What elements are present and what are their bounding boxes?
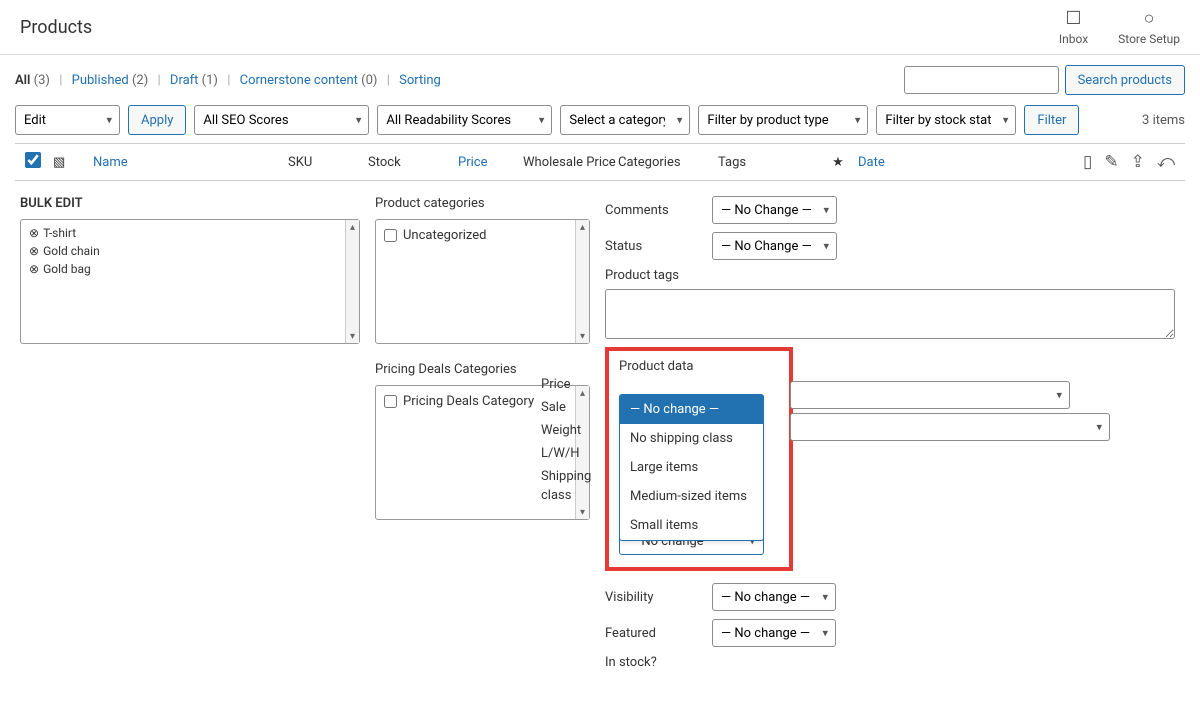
scroll-down[interactable]: ▾ — [346, 329, 359, 343]
column-categories: Categories — [618, 155, 718, 170]
price-label: Price — [541, 377, 601, 392]
status-cornerstone-count: (0) — [361, 73, 377, 88]
search-products-button[interactable]: Search products — [1065, 65, 1185, 95]
column-stock: Stock — [368, 155, 458, 170]
remove-icon[interactable]: ⊗ — [29, 244, 39, 258]
bulk-action-select[interactable]: Edit — [15, 105, 120, 135]
lwh-label: L/W/H — [541, 446, 601, 461]
dropdown-option[interactable]: — No change — — [620, 395, 763, 424]
sale-label: Sale — [541, 400, 601, 415]
product-data-label: Product data — [619, 359, 779, 374]
product-categories-label: Product categories — [375, 196, 590, 211]
export-icon[interactable]: ⇪ — [1131, 152, 1145, 172]
shipping-class-callout: Product data — No change — No shipping c… — [605, 347, 793, 571]
store-setup-button[interactable]: ○ Store Setup — [1118, 8, 1180, 46]
pen-icon[interactable]: ✎ — [1104, 152, 1118, 172]
list-item[interactable]: ⊗T-shirt — [25, 224, 341, 242]
dropdown-option[interactable]: Medium-sized items — [620, 482, 763, 511]
remove-icon[interactable]: ⊗ — [29, 226, 39, 240]
column-image-icon: ▧ — [53, 155, 93, 170]
stock-status-select[interactable]: Filter by stock status — [876, 105, 1016, 135]
product-categories-listbox: Uncategorized ▴ ▾ — [375, 219, 590, 344]
dropdown-option[interactable]: Large items — [620, 453, 763, 482]
bulk-edit-title: BULK EDIT — [20, 196, 360, 211]
comments-label: Comments — [605, 203, 700, 218]
column-sku[interactable]: SKU — [288, 155, 368, 170]
inbox-label: Inbox — [1059, 32, 1088, 46]
mobile-icon[interactable]: ▯ — [1083, 152, 1092, 172]
status-published-count: (2) — [132, 73, 148, 88]
status-label: Status — [605, 239, 700, 254]
column-tags: Tags — [718, 155, 818, 170]
comments-select[interactable]: — No Change — — [712, 196, 837, 224]
list-item[interactable]: ⊗Gold bag — [25, 260, 341, 278]
filter-button[interactable]: Filter — [1024, 105, 1079, 135]
dropdown-option[interactable]: Small items — [620, 511, 763, 540]
column-name[interactable]: Name — [93, 155, 288, 170]
scroll-down[interactable]: ▾ — [576, 329, 589, 343]
status-draft[interactable]: Draft — [170, 73, 199, 88]
status-all[interactable]: All — [15, 73, 30, 88]
column-price[interactable]: Price — [458, 155, 523, 170]
list-item[interactable]: ⊗Gold chain — [25, 242, 341, 260]
visibility-label: Visibility — [605, 590, 700, 605]
column-wholesale: Wholesale Price — [523, 155, 618, 170]
class-label: class — [541, 488, 601, 503]
uncategorized-checkbox[interactable] — [384, 229, 397, 242]
scroll-up[interactable]: ▴ — [346, 220, 359, 234]
pricing-deals-checkbox[interactable] — [384, 395, 397, 408]
featured-label: Featured — [605, 626, 700, 641]
readability-select[interactable]: All Readability Scores — [377, 105, 552, 135]
import-icon[interactable]: ⤺ — [1157, 152, 1175, 172]
circle-icon: ○ — [1144, 8, 1155, 29]
visibility-select[interactable]: — No change — — [712, 583, 836, 611]
category-checkbox-row[interactable]: Uncategorized — [380, 224, 571, 247]
status-draft-count: (1) — [202, 73, 218, 88]
scroll-up[interactable]: ▴ — [576, 220, 589, 234]
weight-label: Weight — [541, 423, 601, 438]
status-all-count: (3) — [34, 73, 50, 88]
shipping-class-dropdown[interactable]: — No change — No shipping class Large it… — [619, 394, 764, 541]
select-all-checkbox[interactable] — [25, 152, 41, 168]
product-tags-label: Product tags — [605, 268, 679, 283]
status-select[interactable]: — No Change — — [712, 232, 837, 260]
status-cornerstone[interactable]: Cornerstone content — [240, 73, 358, 88]
price-select[interactable] — [790, 381, 1070, 409]
store-setup-label: Store Setup — [1118, 32, 1180, 46]
column-date[interactable]: Date — [858, 155, 968, 170]
inbox-button[interactable]: ☐ Inbox — [1059, 8, 1088, 46]
product-type-select[interactable]: Filter by product type — [698, 105, 868, 135]
status-published[interactable]: Published — [72, 73, 129, 88]
status-sorting[interactable]: Sorting — [399, 73, 441, 88]
bulk-items-listbox: ⊗T-shirt ⊗Gold chain ⊗Gold bag ▴ ▾ — [20, 219, 360, 344]
search-input[interactable] — [904, 66, 1059, 94]
featured-select[interactable]: — No change — — [712, 619, 836, 647]
pricing-deals-label: Pricing Deals Categories — [375, 362, 590, 377]
seo-score-select[interactable]: All SEO Scores — [194, 105, 369, 135]
apply-button[interactable]: Apply — [128, 105, 186, 135]
shipping-label: Shipping — [541, 469, 601, 484]
item-count: 3 items — [1142, 113, 1185, 128]
inbox-icon: ☐ — [1065, 8, 1081, 29]
instock-label: In stock? — [605, 655, 700, 670]
column-featured-icon: ★ — [818, 155, 858, 170]
dropdown-option[interactable]: No shipping class — [620, 424, 763, 453]
remove-icon[interactable]: ⊗ — [29, 262, 39, 276]
page-title: Products — [20, 17, 92, 38]
sale-select[interactable] — [790, 413, 1110, 441]
category-select[interactable]: Select a category — [560, 105, 690, 135]
product-tags-textarea[interactable] — [605, 289, 1175, 339]
